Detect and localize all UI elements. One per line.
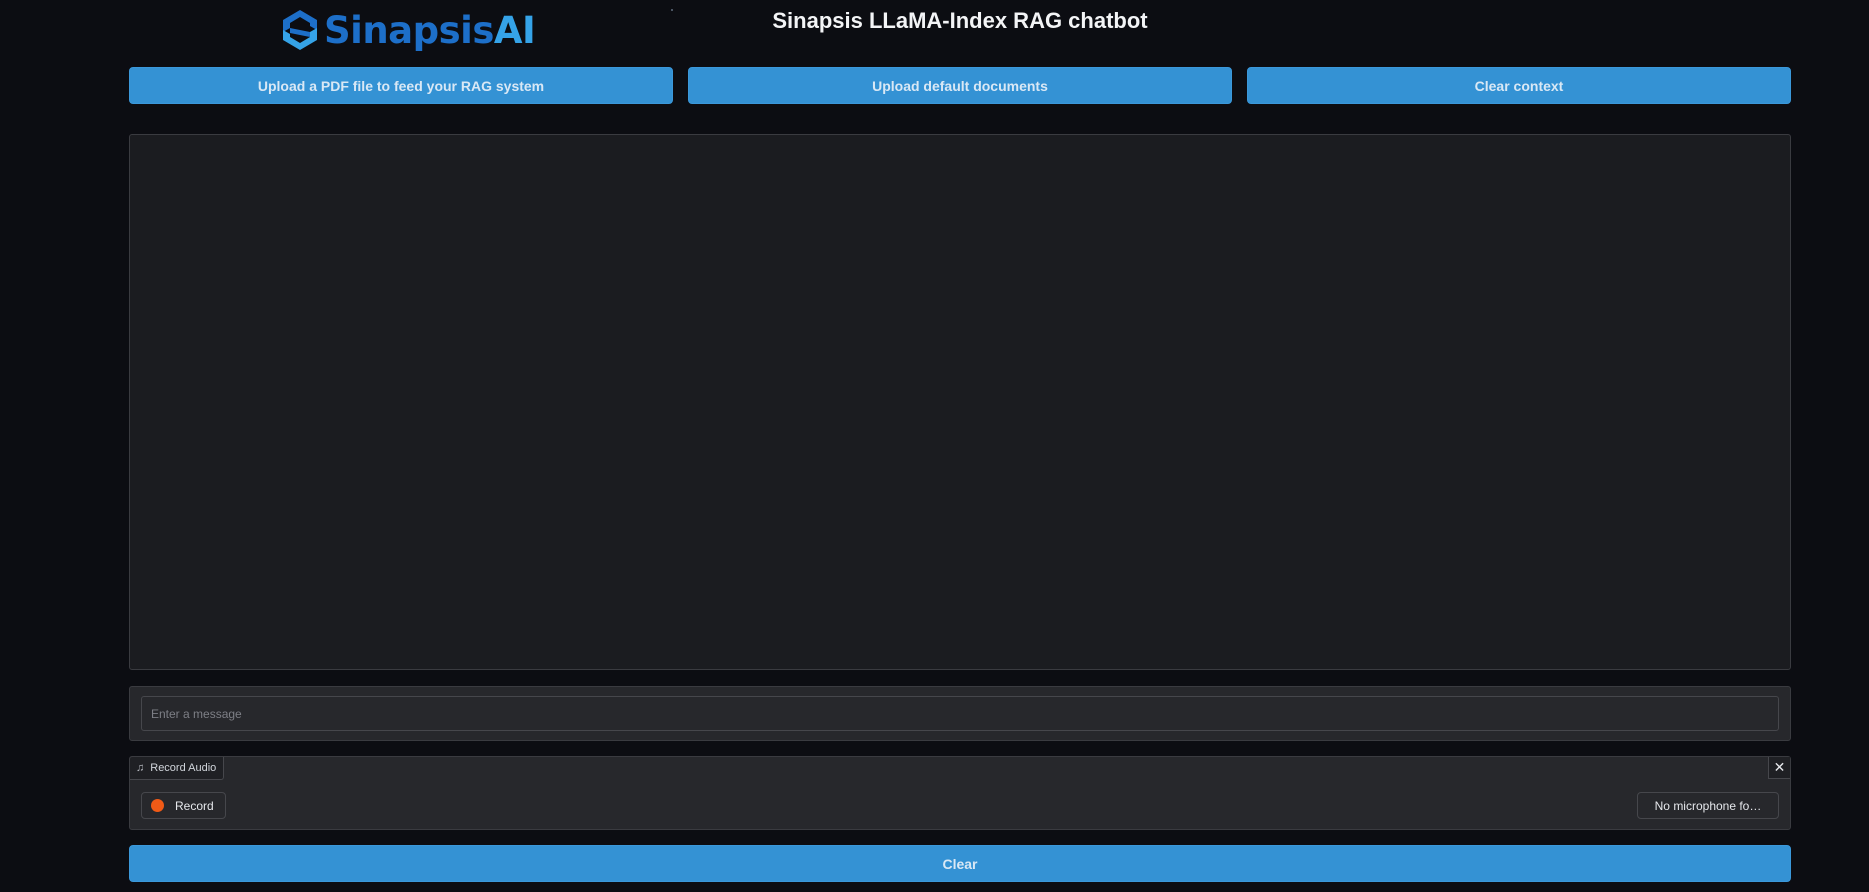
message-input[interactable]	[141, 696, 1779, 731]
upload-default-documents-button[interactable]: Upload default documents	[688, 67, 1232, 104]
chatbot-messages-area[interactable]	[129, 134, 1791, 670]
clear-context-button[interactable]: Clear context	[1247, 67, 1791, 104]
app-page: SinapsisAI Sinapsis LLaMA-Index RAG chat…	[0, 0, 1869, 892]
upload-pdf-button[interactable]: Upload a PDF file to feed your RAG syste…	[129, 67, 673, 104]
record-dot-icon	[151, 799, 164, 812]
sinapsis-logo-icon	[283, 10, 317, 50]
clear-button[interactable]: Clear	[129, 845, 1791, 882]
record-button[interactable]: Record	[141, 792, 226, 819]
record-audio-panel: ♫ Record Audio ✕ Record No microphone fo…	[129, 756, 1791, 830]
record-audio-label: ♫ Record Audio	[130, 757, 225, 780]
close-icon[interactable]: ✕	[1768, 757, 1790, 779]
logo-text-primary: Sinapsis	[324, 8, 494, 52]
logo-text: SinapsisAI	[324, 8, 536, 52]
message-input-panel	[129, 686, 1791, 741]
page-title: Sinapsis LLaMA-Index RAG chatbot	[772, 8, 1148, 33]
logo-text-accent: AI	[493, 8, 536, 52]
music-note-icon: ♫	[136, 762, 145, 774]
record-button-label: Record	[175, 798, 214, 813]
record-audio-label-text: Record Audio	[150, 762, 217, 774]
decorative-dot	[671, 9, 673, 11]
sinapsis-logo: SinapsisAI	[280, 6, 536, 54]
microphone-select[interactable]: No microphone fo…	[1637, 792, 1779, 819]
